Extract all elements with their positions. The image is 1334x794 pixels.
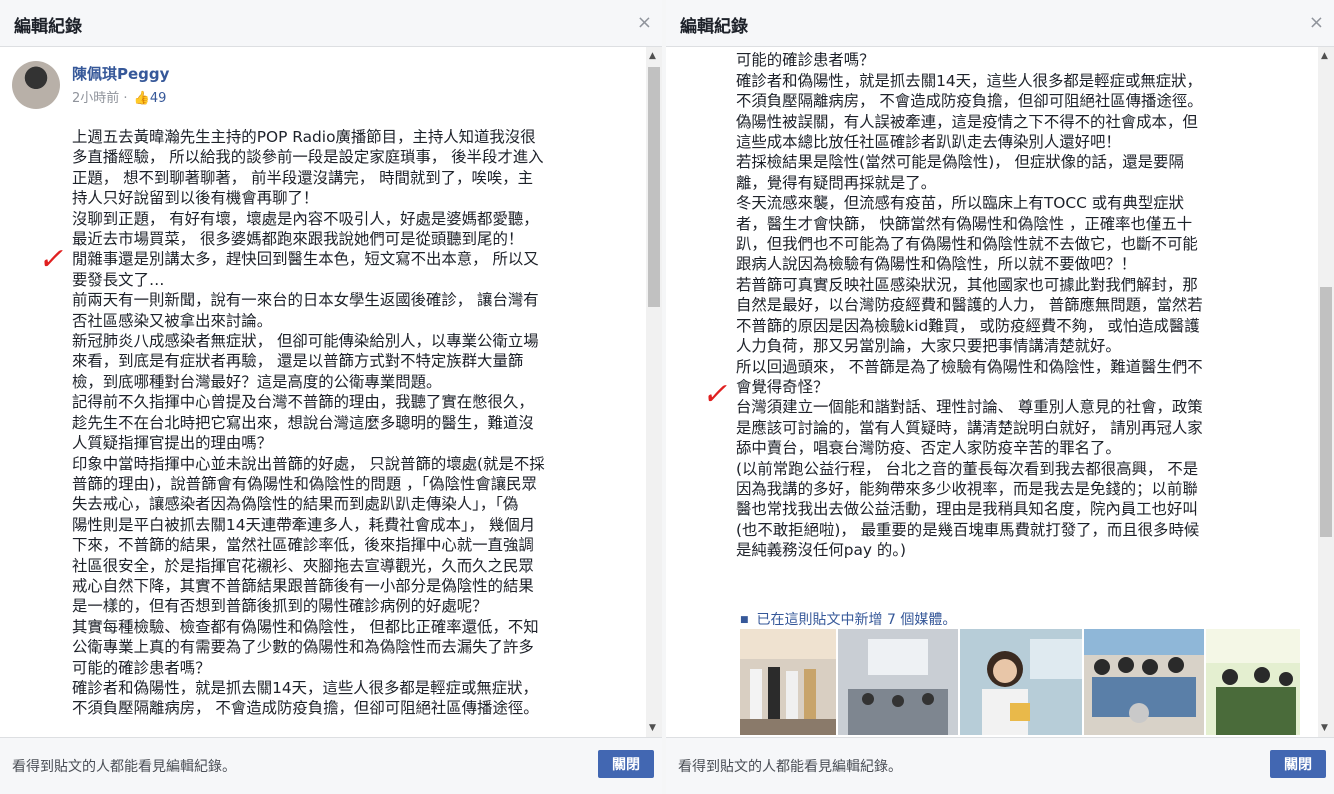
text-line: 否社區感染又被拿出來討論。 <box>72 311 273 330</box>
scroll-thumb[interactable] <box>648 67 660 307</box>
edit-history-dialog-left: 編輯紀錄 × 陳佩琪Peggy 2小時前 · 👍49 上週五去黃暐瀚先生主持的P… <box>0 0 662 794</box>
text-line: 閒雜事還是別講太多，趕快回到醫生本色，短文寫不出本意， 所以又 <box>72 250 539 269</box>
text-line: 檢，到底哪種對台灣最好？這是高度的公衛專業問題。 <box>72 372 442 391</box>
scroll-down-arrow-icon[interactable]: ▼ <box>649 723 656 733</box>
dialog-title: 編輯紀錄 <box>14 17 82 37</box>
dialog-footer: 看得到貼文的人都能看見編輯紀錄。 關閉 <box>666 737 1334 794</box>
text-line: 戒心自然下降，其實不普篩結果跟普篩後有一小部分是偽陰性的結果 <box>72 576 534 595</box>
text-line: 若普篩可真實反映社區感染狀況，其他國家也可據此對我們解封，那 <box>736 275 1198 294</box>
text-line: 前兩天有一則新聞，說有一來台的日本女學生返國後確診， 讓台灣有 <box>72 291 539 310</box>
like-count[interactable]: 49 <box>150 91 167 106</box>
author-name[interactable]: 陳佩琪Peggy <box>72 63 169 84</box>
text-line: 最近去市場買菜， 很多婆媽都跑來跟我說她們可是從頭聽到尾的！ <box>72 230 524 249</box>
text-line: 陽性則是平白被抓去關14天連帶牽連多人，耗費社會成本」， 幾個月 <box>72 515 536 534</box>
visibility-note: 看得到貼文的人都能看見編輯紀錄。 <box>678 759 902 775</box>
text-line: 會覺得奇怪？ <box>736 377 829 396</box>
text-line: 跟病人說因為檢驗有偽陽性和偽陰性，所以就不要做吧？！ <box>736 255 1137 274</box>
edit-history-dialog-right: 編輯紀錄 × 公衛專業上真的有需要為了少數的偽陽性和為偽陰性而去漏失了許多可能的… <box>666 0 1334 794</box>
thumbs-up-icon: 👍 <box>133 91 150 106</box>
group-elderly-photo[interactable] <box>1084 629 1204 735</box>
scrollbar[interactable]: ▲ ▼ <box>1318 47 1334 737</box>
text-line: 下來，不普篩的結果，當然社區確診率低，後來指揮中心就一直強調 <box>72 536 534 555</box>
speaker-woman-photo[interactable] <box>960 629 1082 735</box>
text-line: 正題， 想不到聊著聊著， 前半段還沒講完， 時間就到了，唉唉，主 <box>72 168 534 187</box>
text-line: 離，覺得有疑問再採就是了。 <box>736 173 937 192</box>
text-line: 人力負荷，那又另當別論，大家只要把事情講清楚就好。 <box>736 337 1121 356</box>
text-line: 公衛專業上真的有需要為了少數的偽陽性和為偽陰性而去漏失了許多 <box>72 638 534 657</box>
close-icon[interactable]: × <box>1309 12 1324 33</box>
text-line: 醫也常找我出去做公益活動，理由是我稍具知名度，院內員工也好叫 <box>736 500 1198 519</box>
text-line: 冬天流感來襲，但流感有疫苗，所以臨床上有TOCC 或有典型症狀 <box>736 194 1185 213</box>
text-line: 若採檢結果是陰性(當然可能是偽陰性)， 但症狀像的話，還是要隔 <box>736 153 1184 172</box>
scroll-up-arrow-icon[interactable]: ▲ <box>649 51 656 61</box>
text-line: 失去戒心，讓感染者因為偽陰性的結果而到處趴趴走傳染人」，「偽 <box>72 495 519 514</box>
text-line: 不須負壓隔離病房， 不會造成防疫負擔，但卻可阻絕社區傳播途徑。 <box>72 699 539 718</box>
bullet-icon: ■ <box>740 615 749 625</box>
text-line: 人質疑指揮官提出的理由嗎？ <box>72 434 273 453</box>
close-icon[interactable]: × <box>637 12 652 33</box>
text-line: 是應該可討論的，當有人質疑時，講清楚說明白就好， 請別再冠人家 <box>736 418 1203 437</box>
text-line: 趁先生不在台北時把它寫出來，想說台灣這麼多聰明的醫生，難道沒 <box>72 413 534 432</box>
text-line: 台灣須建立一個能和諧對話、理性討論、 尊重別人意見的社會，政策 <box>736 398 1203 417</box>
dialog-header: 編輯紀錄 × <box>666 0 1334 47</box>
post-text: 公衛專業上真的有需要為了少數的偽陽性和為偽陰性而去漏失了許多可能的確診患者嗎？確… <box>736 47 1203 561</box>
scroll-up-arrow-icon[interactable]: ▲ <box>1321 51 1328 61</box>
text-line: 這些成本總比放任社區確診者趴趴走去傳染別人還好吧！ <box>736 133 1121 152</box>
event-banner-photo[interactable] <box>1206 629 1300 735</box>
handwritten-check-mark: ✓ <box>702 377 728 412</box>
dialog-header: 編輯紀錄 × <box>0 0 662 47</box>
visibility-note: 看得到貼文的人都能看見編輯紀錄。 <box>12 759 236 775</box>
dialog-footer: 看得到貼文的人都能看見編輯紀錄。 關閉 <box>0 737 662 794</box>
text-line: 趴，但我們也不可能為了有偽陽性和偽陰性就不去做它，也斷不可能 <box>736 235 1198 254</box>
text-line: 所以回過頭來， 不普篩是為了檢驗有偽陽性和偽陰性，難道醫生們不 <box>736 357 1203 376</box>
text-line: 可能的確診患者嗎？ <box>736 51 875 70</box>
text-line: 沒聊到正題， 有好有壞，壞處是內容不吸引人，好處是婆媽都愛聽， <box>72 209 539 228</box>
text-line: 自然是最好，以台灣防疫經費和醫護的人力， 普篩應無問題，當然若 <box>736 296 1203 315</box>
text-line: 不須負壓隔離病房， 不會造成防疫負擔，但卻可阻絕社區傳播途徑。 <box>736 92 1203 111</box>
text-line: 者，醫生才會快篩， 快篩當然有偽陽性和偽陰性 ，正確率也僅五十 <box>736 214 1193 233</box>
text-line: 普篩的理由)，說普篩會有偽陽性和偽陰性的問題 ，「偽陰性會讓民眾 <box>72 474 537 493</box>
media-thumbnails <box>740 629 1300 735</box>
dialog-body: 公衛專業上真的有需要為了少數的偽陽性和為偽陰性而去漏失了許多可能的確診患者嗎？確… <box>666 47 1334 737</box>
text-line: 確診者和偽陽性，就是抓去關14天，這些人很多都是輕症或無症狀， <box>736 71 1202 90</box>
text-line: 新冠肺炎八成感染者無症狀， 但卻可能傳染給別人，以專業公衛立場 <box>72 332 539 351</box>
text-line: 上週五去黃暐瀚先生主持的POP Radio廣播節目，主持人知道我沒很 <box>72 128 536 146</box>
text-line: 來看，到底是有症狀者再驗， 還是以普篩方式對不特定族群大量篩 <box>72 352 524 371</box>
scrollbar[interactable]: ▲ ▼ <box>646 47 662 737</box>
text-line: (也不敢拒絕啦)， 最重要的是幾百塊車馬費就打發了，而且很多時候 <box>736 520 1200 539</box>
media-added-note[interactable]: ■ 已在這則貼文中新增 7 個媒體。 <box>740 609 956 629</box>
dialog-title: 編輯紀錄 <box>680 17 748 37</box>
dialog-body: 陳佩琪Peggy 2小時前 · 👍49 上週五去黃暐瀚先生主持的POP Radi… <box>0 47 662 737</box>
text-line: 社區很安全，於是指揮官花襯衫、夾腳拖去宣導觀光，久而久之民眾 <box>72 556 534 575</box>
seminar-room-photo[interactable] <box>838 629 958 735</box>
text-line: (以前常跑公益行程， 台北之音的董長每次看到我去都很高興， 不是 <box>736 459 1199 478</box>
text-line: 其實每種檢驗、檢查都有偽陽性和偽陰性， 但都比正確率還低，不知 <box>72 617 539 636</box>
handwritten-check-mark: ✓ <box>38 242 64 277</box>
text-line: 要發長文了… <box>72 270 165 289</box>
scroll-down-arrow-icon[interactable]: ▼ <box>1321 723 1328 733</box>
text-line: 印象中當時指揮中心並未說出普篩的好處， 只說普篩的壞處(就是不採 <box>72 454 545 473</box>
text-line: 持人只好說留到以後有機會再聊了！ <box>72 189 319 208</box>
text-line: 確診者和偽陽性，就是抓去關14天，這些人很多都是輕症或無症狀， <box>72 678 538 697</box>
award-ceremony-photo[interactable] <box>740 629 836 735</box>
avatar[interactable] <box>12 61 60 109</box>
close-button[interactable]: 關閉 <box>1270 750 1326 778</box>
text-line: 因為我講的多好，能夠帶來多少收視率，而是我去是免錢的；以前聯 <box>736 479 1198 498</box>
text-line: 偽陽性被誤關，有人誤被牽連，這是疫情之下不得不的社會成本，但 <box>736 112 1198 131</box>
text-line: 記得前不久指揮中心曾提及台灣不普篩的理由，我聽了實在憋很久， <box>72 393 534 412</box>
post-meta: 2小時前 · 👍49 <box>72 87 166 106</box>
text-line: 可能的確診患者嗎？ <box>72 658 211 677</box>
close-button[interactable]: 關閉 <box>598 750 654 778</box>
text-line: 舔中賣台，唱衰台灣防疫、否定人家防疫辛苦的罪名了。 <box>736 439 1121 458</box>
text-line: 多直播經驗， 所以給我的談參前一段是設定家庭瑣事， 後半段才進入 <box>72 148 544 167</box>
post-text: 上週五去黃暐瀚先生主持的POP Radio廣播節目，主持人知道我沒很 多直播經驗，… <box>72 127 545 719</box>
media-note-text[interactable]: 已在這則貼文中新增 7 個媒體。 <box>757 612 957 628</box>
post-time[interactable]: 2小時前 · <box>72 91 132 106</box>
text-line: 不普篩的原因是因為檢驗kid難買， 或防疫經費不夠， 或怕造成醫護 <box>736 316 1200 335</box>
text-line: 是純義務沒任何pay 的。) <box>736 541 907 560</box>
text-line: 是一樣的，但有否想到普篩後抓到的陽性確診病例的好處呢？ <box>72 597 488 616</box>
scroll-thumb[interactable] <box>1320 287 1332 537</box>
